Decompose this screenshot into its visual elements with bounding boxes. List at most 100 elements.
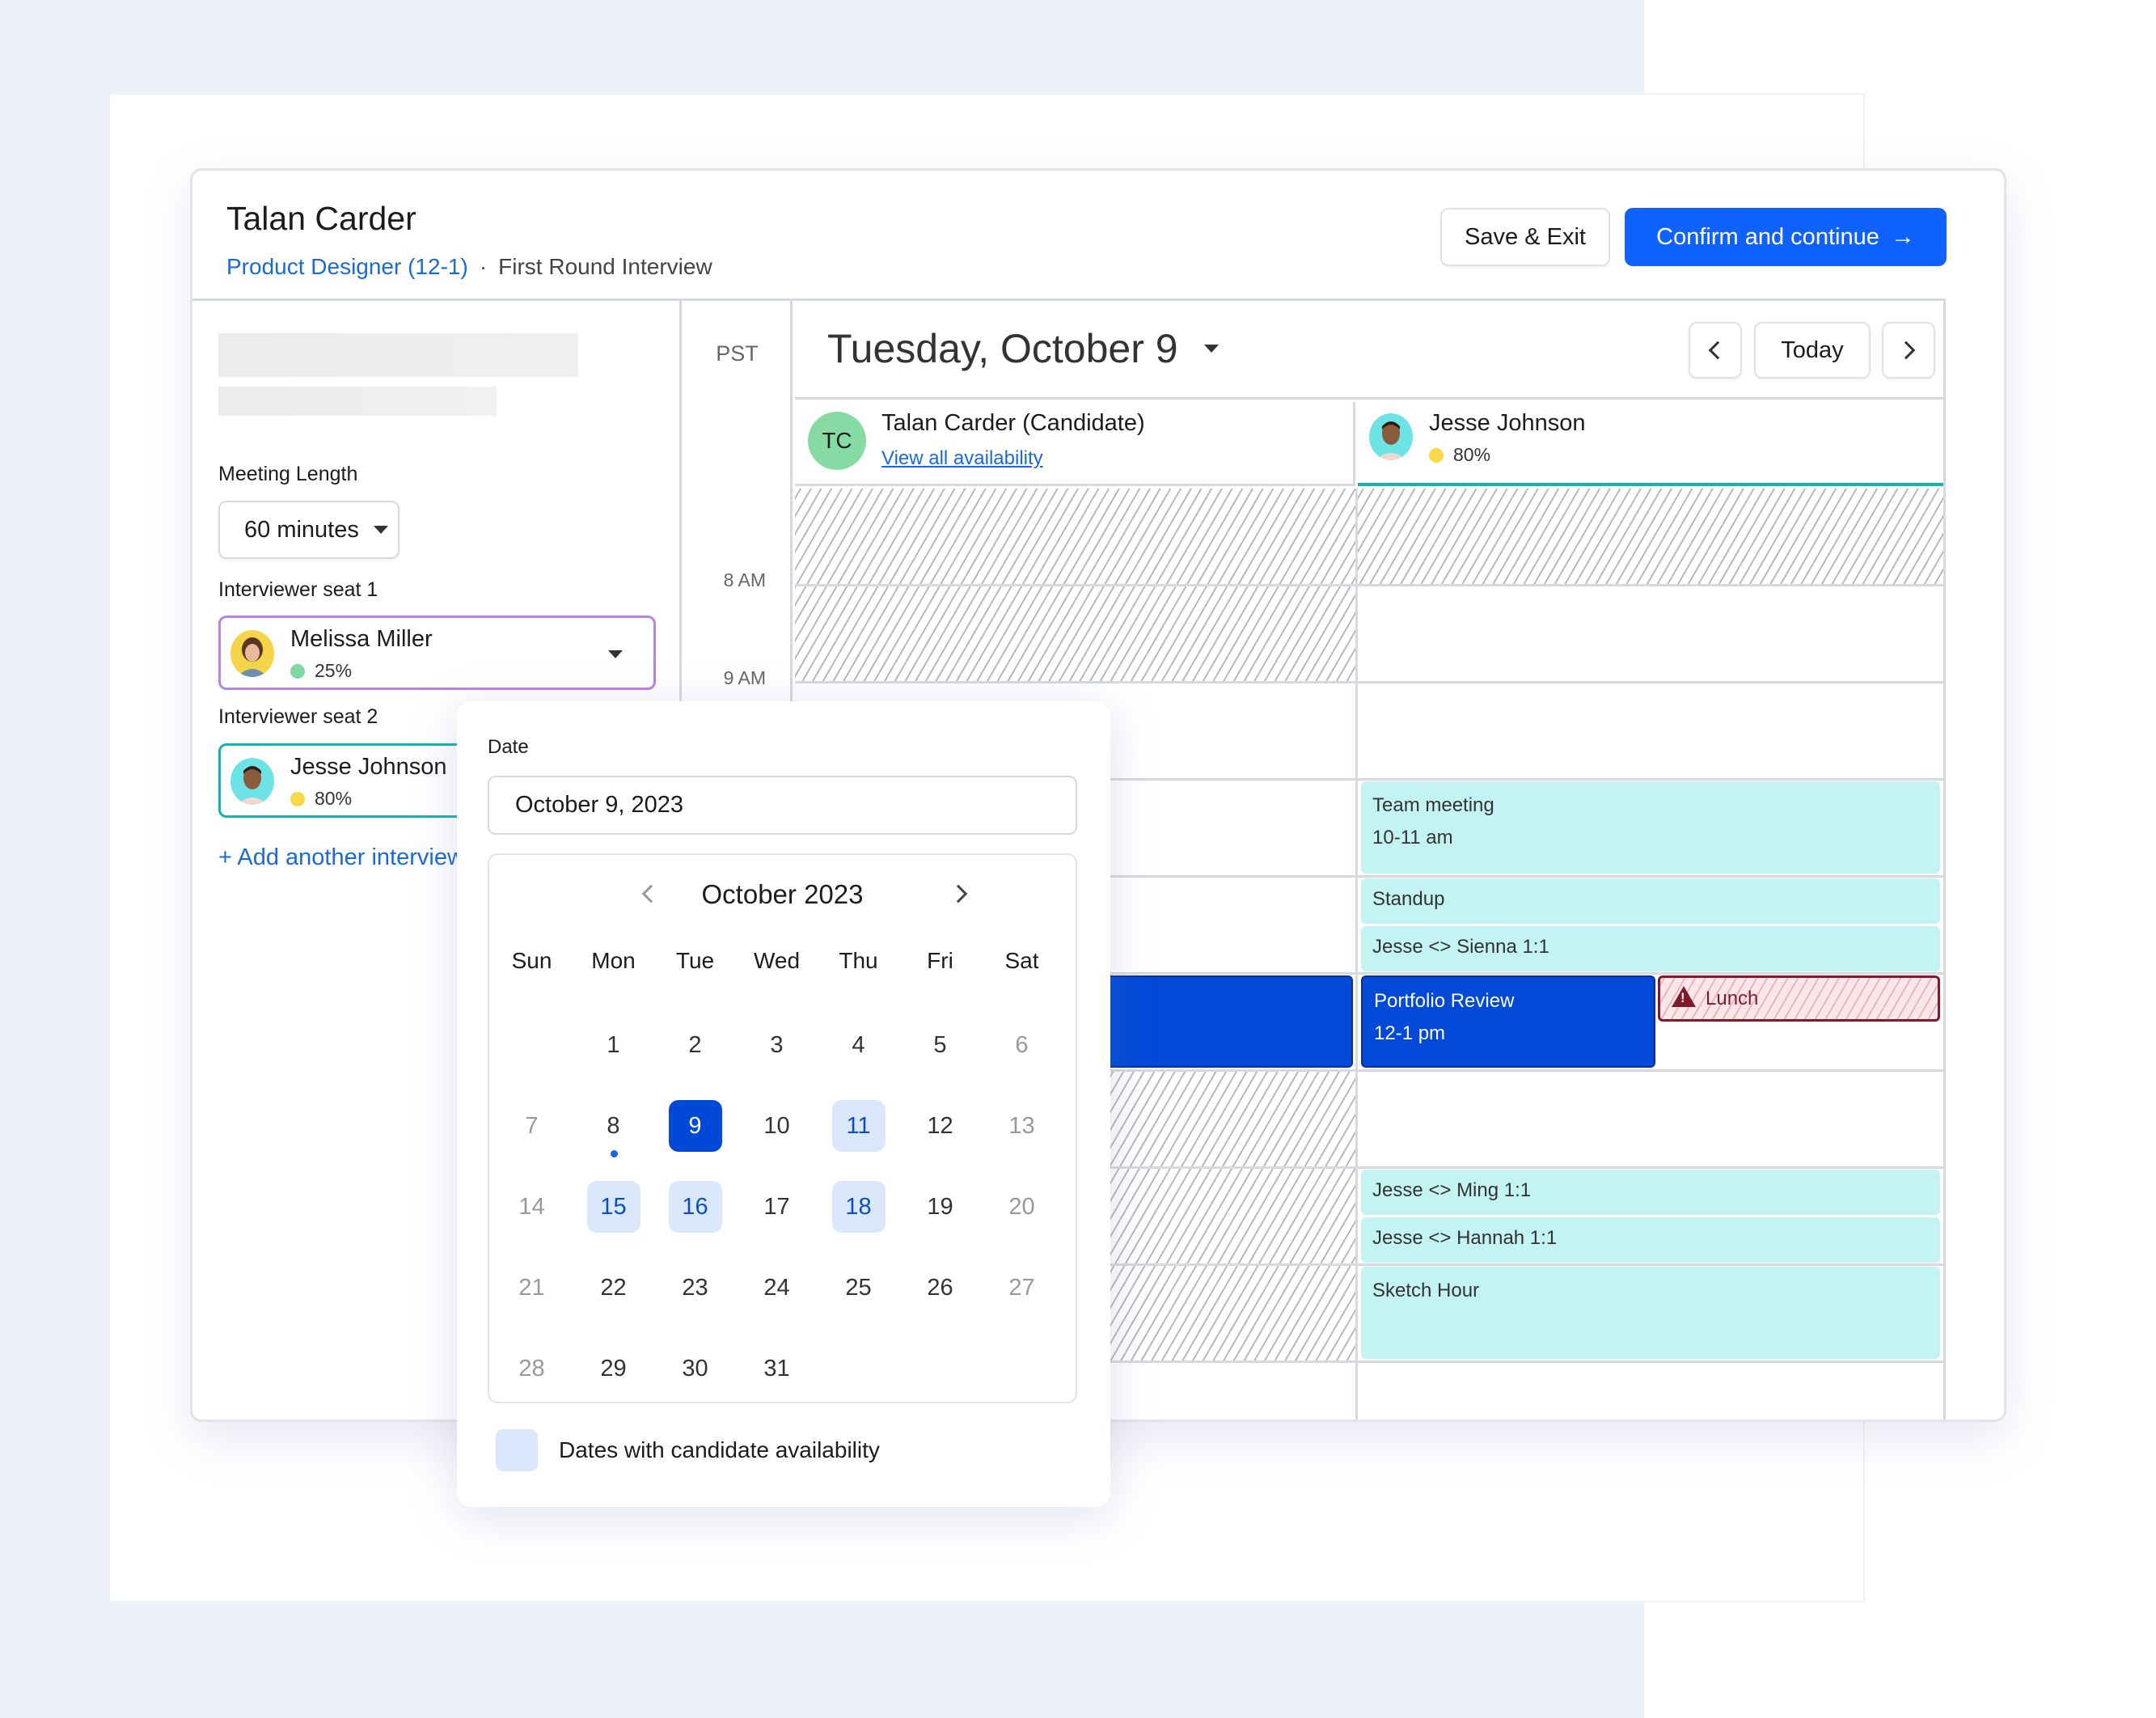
seat-1-load-value: 25% (315, 660, 353, 681)
day-5[interactable]: 5 (899, 1018, 981, 1072)
day-number: 4 (852, 1031, 865, 1058)
interviewer-column-name: Jesse Johnson (1429, 410, 1586, 436)
day-number: 17 (763, 1193, 790, 1220)
week-row: 7 8 9 10 11 12 13 (489, 1099, 1076, 1157)
day-16[interactable]: 16 (654, 1180, 736, 1233)
day-11[interactable]: 11 (818, 1099, 899, 1153)
seat-2-load: 80% (290, 788, 352, 810)
event-jesse-sienna[interactable]: Jesse <> Sienna 1:1 (1361, 926, 1940, 971)
day-2[interactable]: 2 (654, 1018, 736, 1072)
meeting-length-value: 60 minutes (244, 516, 359, 543)
avatar-jesse (230, 758, 274, 805)
day-number: 16 (668, 1181, 722, 1233)
job-link[interactable]: Product Designer (12-1) (226, 254, 468, 279)
day-number: 26 (927, 1274, 953, 1301)
day-30[interactable]: 30 (654, 1342, 736, 1395)
day-25[interactable]: 25 (818, 1261, 899, 1314)
warning-icon (1672, 986, 1696, 1007)
day-10[interactable]: 10 (736, 1099, 818, 1153)
event-portfolio-review[interactable]: Portfolio Review 12-1 pm (1361, 975, 1655, 1068)
event-title: Jesse <> Ming 1:1 (1372, 1179, 1532, 1201)
day-13[interactable]: 13 (981, 1099, 1063, 1153)
empty-day-cell (899, 1342, 981, 1395)
day-number: 19 (927, 1193, 953, 1220)
interviewer-column-header: Jesse Johnson 80% (1358, 402, 1943, 486)
seat-1-load: 25% (290, 660, 352, 682)
day-24[interactable]: 24 (736, 1261, 818, 1314)
day-7[interactable]: 7 (491, 1099, 573, 1153)
load-dot-icon (1429, 447, 1444, 463)
date-title-dropdown[interactable]: Tuesday, October 9 (827, 325, 1219, 372)
load-dot-icon (290, 791, 305, 806)
weekday-label: Wed (753, 948, 801, 973)
day-20[interactable]: 20 (981, 1180, 1063, 1233)
next-day-button[interactable] (1882, 322, 1935, 379)
interviewer-load: 80% (1429, 444, 1490, 466)
day-9[interactable]: 9 (654, 1099, 736, 1153)
weekday-label: Mon (591, 948, 636, 973)
day-number: 18 (831, 1181, 886, 1233)
interview-stage: First Round Interview (498, 254, 712, 279)
event-team-meeting[interactable]: Team meeting 10-11 am (1361, 781, 1940, 874)
day-6[interactable]: 6 (981, 1018, 1063, 1072)
meeting-length-select[interactable]: 60 minutes (218, 501, 399, 559)
date-input[interactable] (488, 776, 1077, 835)
empty-day-cell (491, 1018, 573, 1072)
day-26[interactable]: 26 (899, 1261, 981, 1314)
day-number: 22 (600, 1274, 627, 1301)
day-3[interactable]: 3 (736, 1018, 818, 1072)
weekday-label: Thu (839, 948, 878, 973)
avatar-jesse (1369, 413, 1413, 460)
day-number: 7 (525, 1112, 539, 1139)
day-28[interactable]: 28 (491, 1342, 573, 1395)
day-23[interactable]: 23 (654, 1261, 736, 1314)
day-number: 31 (763, 1355, 790, 1382)
event-sketch-hour[interactable]: Sketch Hour (1361, 1267, 1940, 1359)
day-27[interactable]: 27 (981, 1261, 1063, 1314)
day-12[interactable]: 12 (899, 1099, 981, 1153)
day-17[interactable]: 17 (736, 1180, 818, 1233)
today-button[interactable]: Today (1754, 322, 1871, 379)
day-number: 2 (688, 1031, 702, 1058)
seat-2-name: Jesse Johnson (290, 754, 447, 780)
day-15[interactable]: 15 (573, 1180, 654, 1233)
availability-legend: Dates with candidate availability (496, 1429, 880, 1471)
day-number: 20 (1008, 1193, 1035, 1220)
add-interviewer-link[interactable]: + Add another interviewer (218, 844, 485, 871)
day-22[interactable]: 22 (573, 1261, 654, 1314)
week-row: 28 29 30 31 (489, 1342, 1076, 1395)
event-time: 10-11 am (1372, 827, 1453, 848)
day-1[interactable]: 1 (573, 1018, 654, 1072)
event-jesse-ming[interactable]: Jesse <> Ming 1:1 (1361, 1170, 1940, 1215)
legend-label: Dates with candidate availability (559, 1437, 880, 1462)
breadcrumb: Product Designer (12-1) · First Round Inte… (226, 254, 712, 280)
seat-2-label: Interviewer seat 2 (218, 705, 378, 728)
timezone-label: PST (716, 341, 759, 366)
previous-day-button[interactable] (1689, 322, 1742, 379)
day-31[interactable]: 31 (736, 1342, 818, 1395)
event-jesse-hannah[interactable]: Jesse <> Hannah 1:1 (1361, 1217, 1940, 1263)
day-4[interactable]: 4 (818, 1018, 899, 1072)
breadcrumb-separator: · (479, 254, 488, 279)
event-lunch-conflict[interactable]: Lunch (1658, 975, 1940, 1022)
confirm-continue-button[interactable]: Confirm and continue → (1625, 208, 1947, 266)
event-time: 12-1 pm (1374, 1022, 1446, 1044)
day-19[interactable]: 19 (899, 1180, 981, 1233)
day-8[interactable]: 8 (573, 1099, 654, 1157)
day-21[interactable]: 21 (491, 1261, 573, 1314)
seat-1-name: Melissa Miller (290, 626, 433, 652)
day-number: 23 (682, 1274, 708, 1301)
day-18[interactable]: 18 (818, 1180, 899, 1233)
day-number: 27 (1008, 1274, 1035, 1301)
skeleton-placeholder (218, 333, 578, 377)
day-29[interactable]: 29 (573, 1342, 654, 1395)
interviewer-seat-1-select[interactable]: Melissa Miller 25% (218, 616, 656, 690)
save-exit-button[interactable]: Save & Exit (1440, 208, 1610, 266)
meeting-length-label: Meeting Length (218, 463, 358, 485)
view-all-availability-link[interactable]: View all availability (881, 447, 1043, 470)
day-14[interactable]: 14 (491, 1180, 573, 1233)
day-number: 12 (927, 1112, 953, 1139)
event-standup[interactable]: Standup (1361, 878, 1940, 924)
day-number: 13 (1008, 1112, 1035, 1139)
caret-down-icon (608, 650, 623, 658)
